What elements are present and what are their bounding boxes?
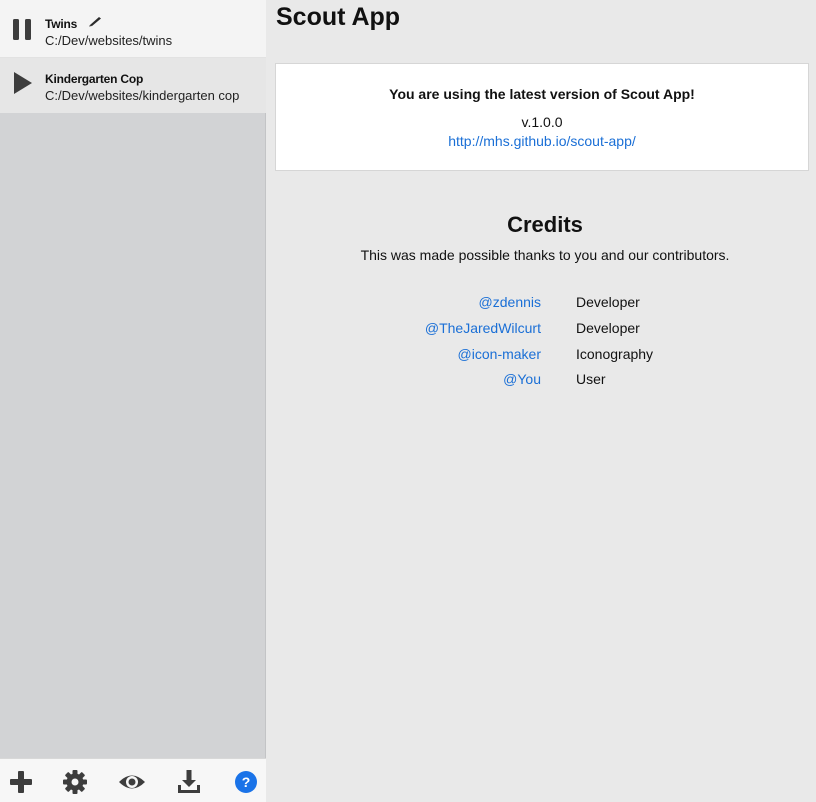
version-label: v.1.0.0 — [521, 114, 563, 130]
pencil-icon[interactable] — [88, 14, 102, 32]
play-icon[interactable] — [12, 72, 33, 99]
credit-row: @zdennis Developer — [266, 294, 816, 316]
project-path: C:/Dev/websites/kindergarten cop — [45, 88, 240, 103]
download-icon[interactable] — [176, 769, 202, 795]
contributor-role: User — [576, 371, 606, 387]
svg-text:?: ? — [242, 774, 251, 790]
project-name: Twins — [45, 17, 78, 31]
project-website-link[interactable]: http://mhs.github.io/scout-app/ — [276, 133, 808, 149]
contributor-link[interactable]: @TheJaredWilcurt — [425, 320, 541, 336]
contributor-role: Iconography — [576, 346, 654, 362]
update-message: You are using the latest version of Scou… — [389, 86, 695, 102]
add-icon[interactable] — [8, 769, 34, 795]
sidebar: Twins C:/Dev/websites/twins Kindergarten… — [0, 0, 266, 802]
project-item-twins[interactable]: Twins C:/Dev/websites/twins — [0, 0, 266, 58]
project-name: Kindergarten Cop — [45, 72, 144, 86]
update-status-box: You are using the latest version of Scou… — [275, 63, 809, 171]
credit-row: @icon-maker Iconography — [266, 346, 816, 368]
page-title: Scout App — [276, 3, 401, 31]
main-panel: Scout App You are using the latest versi… — [266, 0, 816, 802]
gear-icon[interactable] — [62, 769, 88, 795]
contributor-link[interactable]: @icon-maker — [458, 346, 541, 362]
contributor-link[interactable]: @You — [503, 371, 541, 387]
help-icon[interactable]: ? — [234, 770, 258, 794]
contributor-role: Developer — [576, 320, 640, 336]
contributor-role: Developer — [576, 294, 640, 310]
credits-subtitle: This was made possible thanks to you and… — [360, 247, 730, 263]
sidebar-toolbar: ? — [0, 758, 266, 802]
pause-icon[interactable] — [12, 19, 33, 45]
credit-row: @TheJaredWilcurt Developer — [266, 320, 816, 342]
project-path: C:/Dev/websites/twins — [45, 33, 173, 48]
contributor-link[interactable]: @zdennis — [479, 294, 541, 310]
credits-heading: Credits — [507, 212, 583, 237]
eye-icon[interactable] — [118, 769, 146, 795]
credit-row: @You User — [266, 371, 816, 393]
project-item-kindergarten-cop[interactable]: Kindergarten Cop C:/Dev/websites/kinderg… — [0, 58, 266, 113]
